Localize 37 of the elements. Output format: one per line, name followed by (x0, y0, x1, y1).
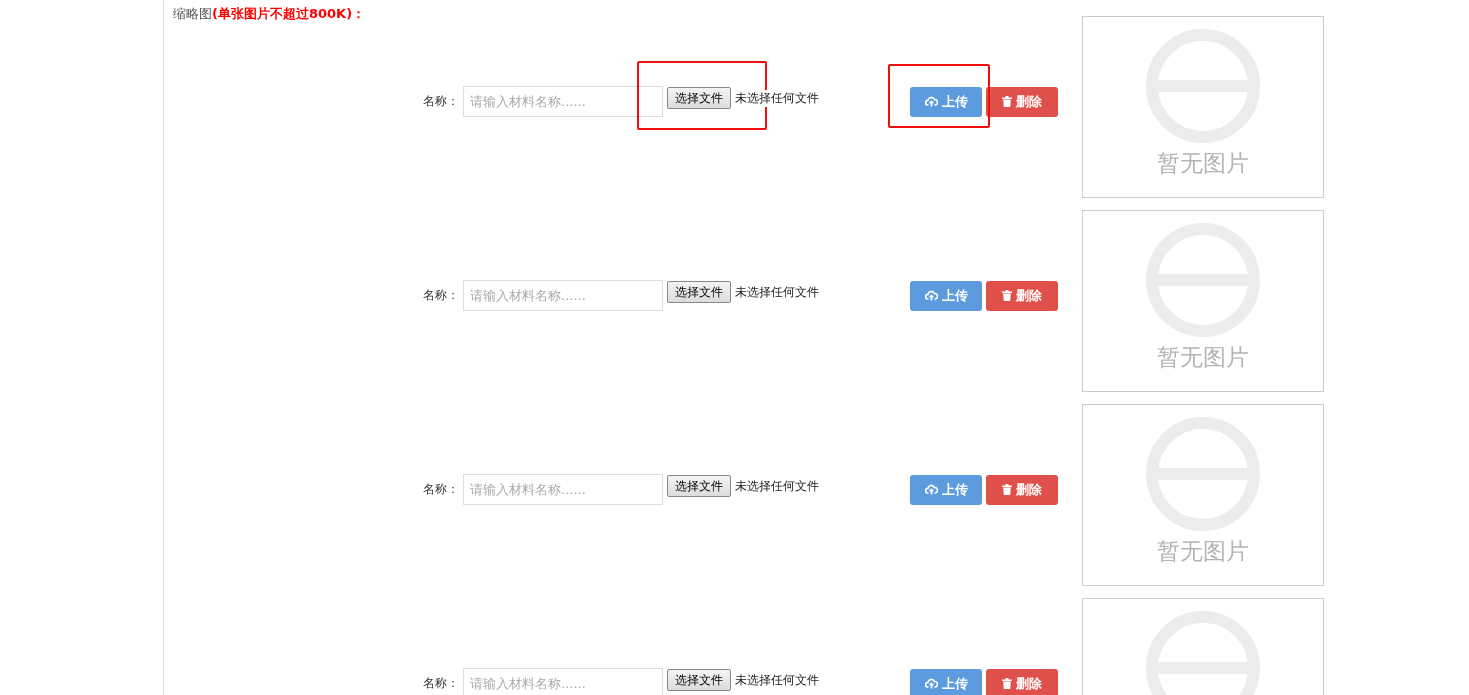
trash-icon (1002, 96, 1012, 107)
upload-button[interactable]: 上传 (910, 280, 982, 311)
choose-file-button[interactable]: 选择文件 (667, 669, 731, 691)
name-input-field[interactable]: 请输入材料名称...... (463, 280, 663, 311)
trash-icon (1002, 484, 1012, 495)
trash-icon (1002, 290, 1012, 301)
delete-button[interactable]: 删除 (986, 474, 1058, 505)
delete-button[interactable]: 删除 (986, 668, 1058, 695)
upload-button[interactable]: 上传 (910, 668, 982, 695)
name-input-field[interactable]: 请输入材料名称...... (463, 474, 663, 505)
field-label: 名称： (423, 93, 460, 110)
delete-button[interactable]: 删除 (986, 86, 1058, 117)
section-label: 缩略图 (173, 6, 212, 21)
file-status-text: 未选择任何文件 (735, 671, 819, 689)
cloud-upload-icon (924, 678, 938, 689)
no-image-text: 暂无图片 (1157, 538, 1249, 564)
name-input-field[interactable]: 请输入材料名称...... (463, 86, 663, 117)
file-status-text: 未选择任何文件 (735, 89, 819, 107)
field-label: 名称： (423, 287, 460, 304)
no-image-text: 暂无图片 (1157, 344, 1249, 370)
field-label: 名称： (423, 675, 460, 692)
no-image-text: 暂无图片 (1157, 150, 1249, 176)
delete-button[interactable]: 删除 (986, 280, 1058, 311)
name-input-field[interactable]: 请输入材料名称...... (463, 668, 663, 695)
cloud-upload-icon (924, 484, 938, 495)
choose-file-button[interactable]: 选择文件 (667, 475, 731, 497)
field-label: 名称： (423, 481, 460, 498)
upload-button[interactable]: 上传 (910, 86, 982, 117)
cloud-upload-icon (924, 96, 938, 107)
file-status-text: 未选择任何文件 (735, 283, 819, 301)
file-status-text: 未选择任何文件 (735, 477, 819, 495)
choose-file-button[interactable]: 选择文件 (667, 281, 731, 303)
upload-button[interactable]: 上传 (910, 474, 982, 505)
cloud-upload-icon (924, 290, 938, 301)
choose-file-button[interactable]: 选择文件 (667, 87, 731, 109)
trash-icon (1002, 678, 1012, 689)
size-limit-note: (单张图片不超过800K)： (212, 6, 366, 21)
